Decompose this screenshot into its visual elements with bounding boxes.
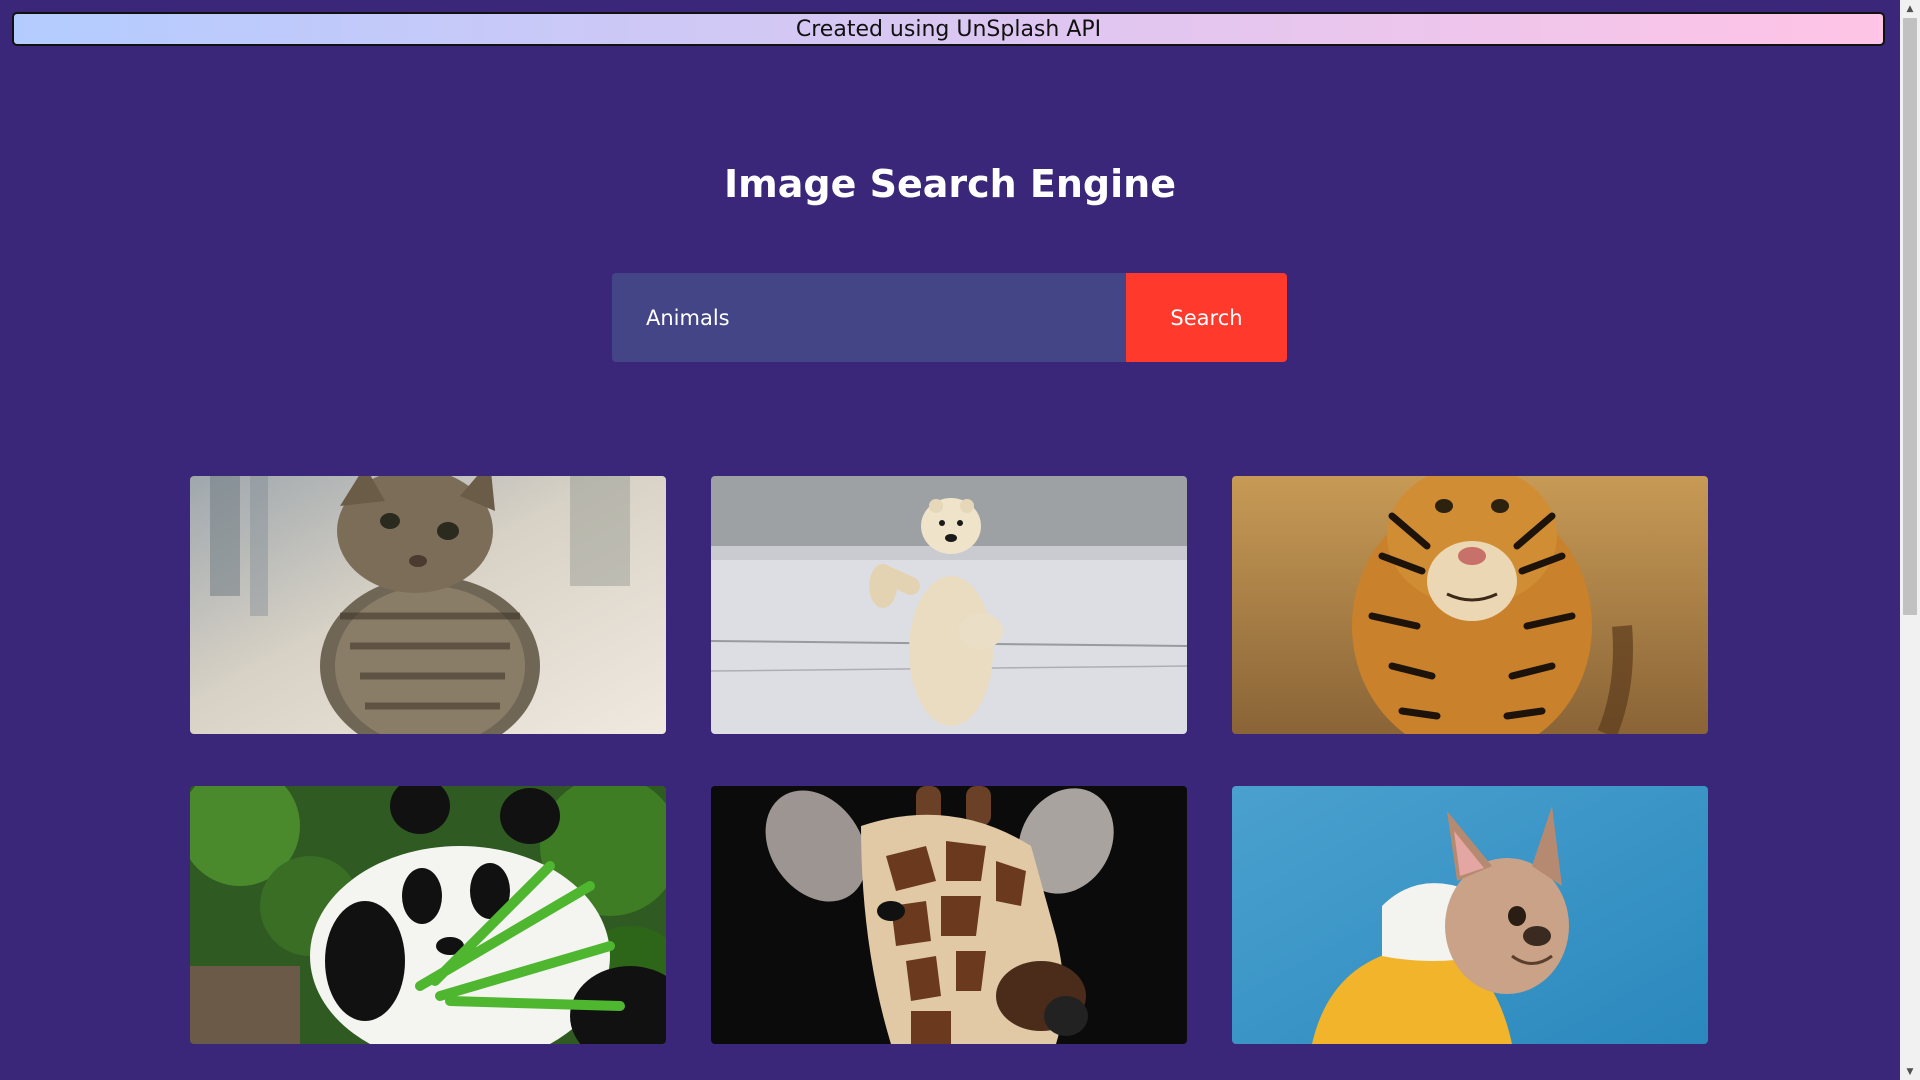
credit-banner: Created using UnSplash API [12, 12, 1885, 46]
scrollbar-thumb[interactable] [1903, 18, 1917, 615]
result-image-panda[interactable] [190, 786, 666, 1044]
polar-bear-photo [711, 476, 1187, 734]
dog-photo [1232, 786, 1708, 1044]
search-input[interactable] [612, 273, 1126, 362]
giraffe-photo [711, 786, 1187, 1044]
result-image-kitten[interactable] [190, 476, 666, 734]
tiger-photo [1232, 476, 1708, 734]
result-image-polar-bear[interactable] [711, 476, 1187, 734]
credit-banner-text: Created using UnSplash API [795, 16, 1102, 42]
search-button[interactable]: Search [1126, 273, 1287, 362]
image-results-grid [190, 476, 1710, 1044]
result-image-tiger[interactable] [1232, 476, 1708, 734]
kitten-photo [190, 476, 666, 734]
scroll-down-arrow-icon[interactable]: ▼ [1900, 1063, 1920, 1080]
result-image-giraffe[interactable] [711, 786, 1187, 1044]
panda-photo [190, 786, 666, 1044]
page: Created using UnSplash API Image Search … [0, 0, 1920, 1080]
scroll-up-arrow-icon[interactable]: ▲ [1900, 0, 1920, 17]
result-image-french-bulldog[interactable] [1232, 786, 1708, 1044]
vertical-scrollbar[interactable]: ▲ ▼ [1900, 0, 1920, 1080]
search-form: Search [612, 273, 1287, 362]
page-title: Image Search Engine [724, 162, 1176, 206]
